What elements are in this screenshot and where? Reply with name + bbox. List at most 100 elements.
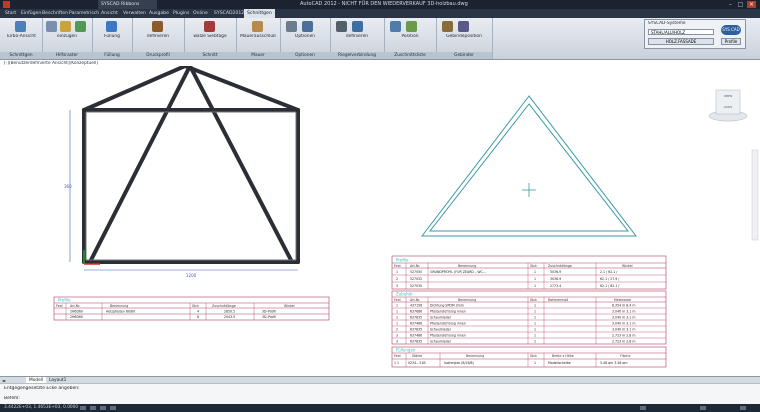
table-zubehoer-cell: 1 [534,310,536,314]
cut-icon[interactable] [204,21,215,32]
app-menu-icon[interactable] [3,1,10,8]
view-cube[interactable]: OBEN LINKS [708,89,748,122]
turbo-view-icon[interactable] [15,21,26,32]
drawing-canvas[interactable]: 360 1200 OBEN LINKS Profile Feld Art.Nr.… [0,66,760,372]
truss-icon[interactable] [442,21,453,32]
panel-label: Füllung [92,52,132,59]
table-zubehoer-cell: Schaumleder [430,340,452,344]
table-profile-title: Profile [396,258,409,263]
annotation-scale-icon[interactable] [700,406,706,410]
table-zubehoer-cell: 3.040 m 3.1 m [612,328,635,332]
tab-online[interactable]: Online [190,9,211,18]
table-profile-cell: 3036.9 [550,277,561,281]
fuellung-button[interactable]: Füllung [92,34,132,39]
definieren-button[interactable]: definieren [132,34,184,39]
table-zubehoer-cell: Pfostendichtung innen [430,322,466,326]
close-icon[interactable]: × [747,1,756,8]
holz-fassade-button[interactable]: HOLZ.FASSADE [648,38,714,45]
table-profile-cell: 527030 [410,284,422,288]
tab-parametrisch[interactable]: Parametrisch [66,9,102,18]
table-profile-cell: 62.1 / 62.1 / [600,284,620,288]
raster-icon[interactable] [60,21,71,32]
table-zubehoer-cell: 1 [534,316,536,320]
panel-label: Riegelverbindung [330,52,384,59]
profile-button[interactable]: Profile [721,38,741,45]
minimize-icon[interactable]: – [726,1,735,8]
panel-schnitt: walze Siebtage Schnitt [184,18,237,59]
table-left-header: Benennung [110,304,128,308]
position-button[interactable]: Position [384,34,436,39]
table-profile-cell: 3036.9 [550,270,561,274]
table-zubehoer-cell: 1 [396,310,398,314]
tab-syscad2012[interactable]: SYSCAD2012 [211,9,247,18]
table-zubehoer-cell: 1 [534,328,536,332]
table-left-title: Profile [58,298,71,303]
grid-icon[interactable] [46,21,57,32]
table-zubehoer-cell: 637686 [410,310,422,314]
panel-riegelverbindung: definieren Riegelverbindung [330,18,385,59]
table-profile-header: Benennung [458,264,476,268]
table-profile-cell: 1 [534,277,536,281]
connector-icon[interactable] [352,21,363,32]
optionen-button[interactable]: Optionen [280,34,330,39]
frame-icon[interactable] [458,21,469,32]
wall-icon[interactable] [252,21,263,32]
table-zubehoer-cell: 637835 [410,328,422,332]
maximize-icon[interactable]: □ [736,1,745,8]
table-fuellungen-header: Stck [530,354,537,358]
table-zubehoer-header: Rahmenmaß [548,298,568,302]
cutlist-icon[interactable] [406,21,417,32]
pressure-profile-icon[interactable] [152,21,163,32]
joint-icon[interactable] [336,21,347,32]
panel-mauer: Mauerausschluß Mauer [236,18,281,59]
table-left-header: Stck [192,304,199,308]
workspace-icon[interactable] [640,406,646,410]
vertical-scrollbar[interactable] [751,149,759,241]
panel-label: Hilfsraster [42,52,92,59]
bottom-dimension-text: 1200 [186,273,197,278]
system-select[interactable]: STAHL/ALU/HOLZ [648,29,714,35]
ribbon-name[interactable]: SYSCAD Ribbons [98,0,157,9]
table-fuellungen-header: Fläche [620,354,630,358]
polar-icon[interactable] [110,406,116,410]
list-icon[interactable] [390,21,401,32]
gebindeposition-button[interactable]: Gebindeposition [436,34,492,39]
settings-icon[interactable] [302,21,313,32]
table-zubehoer-cell: 3.040 m 3.1 m [612,322,635,326]
command-prompt[interactable]: Befehl: [4,396,20,401]
table-fuellungen-cell: 1 [534,361,536,365]
einzugen-button[interactable]: einzugen [42,34,92,39]
walze-button[interactable]: walze Siebtage [184,34,236,39]
tab-start[interactable]: Start [2,9,19,18]
turbo-view-button[interactable]: Turbo-Ansicht [0,34,42,39]
insert-icon[interactable] [75,21,86,32]
table-profile-header: Zuschnittlänge [548,264,572,268]
riegel-definieren-button[interactable]: definieren [330,34,384,39]
options-icon[interactable] [286,21,297,32]
fullscreen-icon[interactable] [740,406,746,410]
fill-icon[interactable] [106,21,117,32]
table-profile-cell: 1 [396,270,398,274]
view-cube-front-label: LINKS [724,105,733,109]
mauer-button[interactable]: Mauerausschluß [236,34,280,39]
table-left-cell: 3D–Profil [262,310,276,314]
panel-label: Gebinder [436,52,492,59]
window-title: AutoCAD 2012 - NICHT FÜR DEN WIEDERVERKA… [300,1,468,7]
table-fuellungen-cell: 0234…31B [408,361,426,365]
table-fuellungen-cell: Isolierglas (8/16/8) [444,361,474,365]
tab-ausgabe[interactable]: Ausgabe [146,9,172,18]
syscad-panel: SYSCAD-Systeme STAHL/ALU/HOLZ HOLZ.FASSA… [644,19,746,49]
ortho-icon[interactable] [100,406,106,410]
tab-schnittgen[interactable]: Schnittgen [244,9,275,18]
snap-icon[interactable] [80,406,86,410]
grid-toggle-icon[interactable] [90,406,96,410]
panel-label: Optionen [280,52,330,59]
tab-verwalten[interactable]: Verwalten [120,9,149,18]
truss-frame-3d [82,66,300,264]
panel-fuellung: Füllung Füllung [92,18,133,59]
tab-ansicht[interactable]: Ansicht [98,9,121,18]
command-window[interactable]: Entgegengesetzte Ecke angeben: Befehl: [0,383,760,405]
table-left-header: Feld [56,304,63,308]
panel-hilfsraster: einzugen Hilfsraster [42,18,93,59]
table-zubehoer-cell: 3.040 m 3.1 m [612,310,635,314]
